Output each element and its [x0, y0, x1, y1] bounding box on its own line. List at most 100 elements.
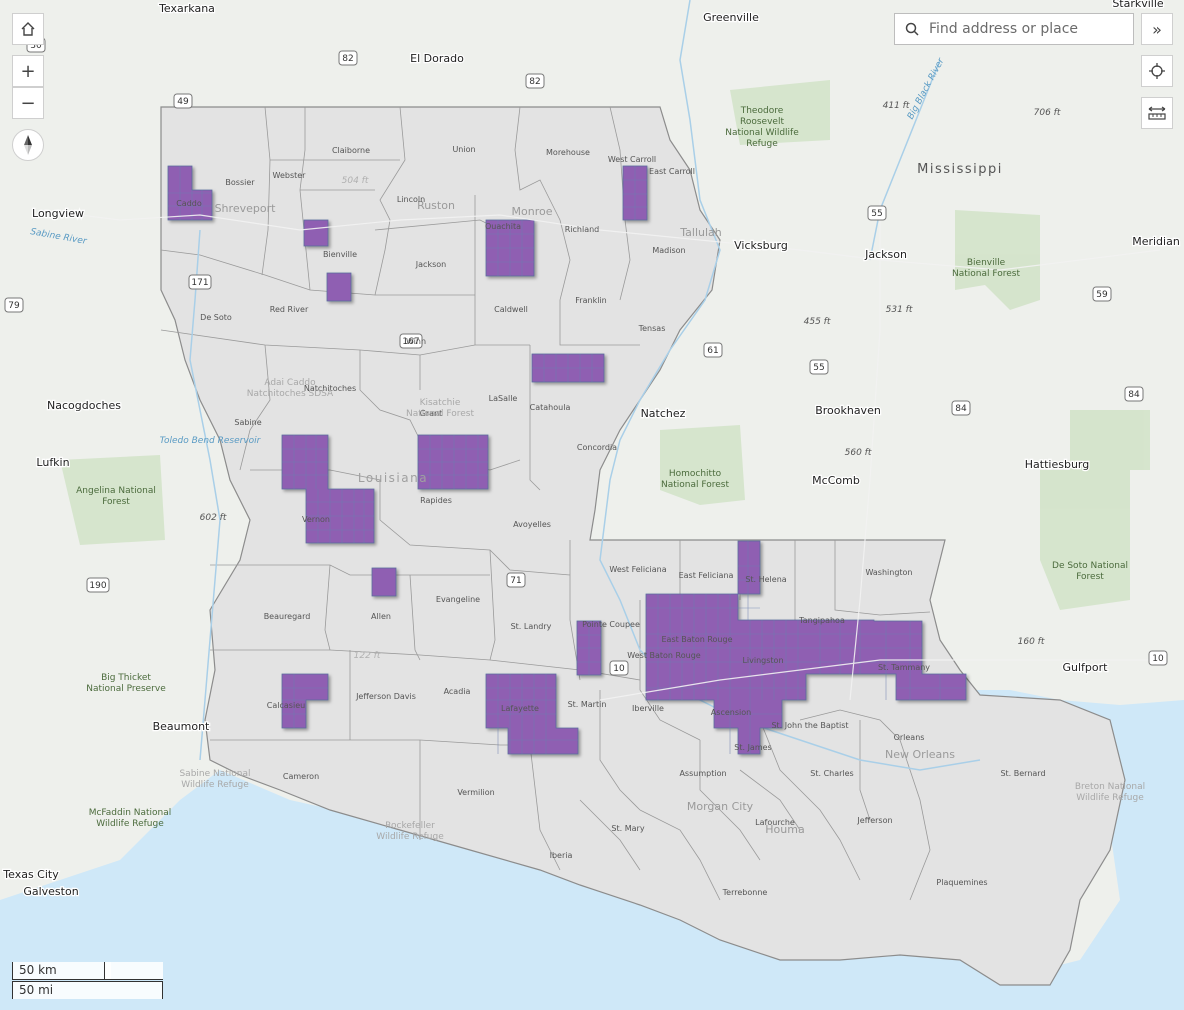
parishe-label: De Soto [200, 313, 232, 322]
parishe-label: Rapides [420, 496, 452, 505]
elevation-label: 706 ft [1034, 108, 1061, 118]
parishe-label: Vernon [302, 515, 330, 524]
parishe-label: Bienville [323, 250, 357, 259]
citie-label: Greenville [703, 11, 759, 24]
compass-button[interactable] [12, 129, 44, 161]
parishe-label: Assumption [679, 769, 726, 778]
parishe-label: East Baton Rouge [661, 635, 732, 644]
state-label: Mississippi [917, 162, 1003, 177]
elevation-label: 560 ft [845, 448, 872, 458]
zoom-out-button[interactable]: − [12, 87, 44, 119]
elevation-label: 411 ft [883, 101, 910, 111]
home-icon [20, 21, 36, 37]
park-label: Homochitto National Forest [661, 469, 729, 490]
parishe-label: Terrebonne [722, 888, 768, 897]
elevation-label: 504 ft [342, 176, 369, 186]
parishe-label: St. Bernard [1000, 769, 1045, 778]
parishe-label: Calcasieu [267, 701, 305, 710]
elevation-label: 455 ft [804, 317, 831, 327]
parishe-label: East Carroll [649, 167, 695, 176]
parishe-label: St. James [734, 743, 771, 752]
parishe-label: Webster [273, 171, 307, 180]
citie-label: Beaumont [153, 720, 210, 733]
svg-text:59: 59 [1096, 290, 1108, 300]
parishe-label: St. Tammany [878, 663, 930, 672]
parishe-label: St. Landry [511, 622, 552, 631]
parishe-label: Allen [371, 612, 391, 621]
citie-label: Morgan City [687, 800, 754, 813]
elevation-label: 160 ft [1018, 637, 1045, 647]
citie-label: Vicksburg [734, 239, 788, 252]
measure-button[interactable] [1141, 97, 1173, 129]
svg-text:190: 190 [89, 581, 106, 591]
parishe-label: Ascension [711, 708, 751, 717]
search-input[interactable] [927, 20, 1121, 38]
parishe-label: Union [452, 145, 475, 154]
search-box[interactable] [894, 13, 1134, 45]
scale-bar: 50 km 50 mi [12, 962, 163, 999]
citie-label: Tallulah [679, 226, 722, 239]
citie-label: Texarkana [158, 2, 215, 15]
parishe-label: Lincoln [397, 195, 425, 204]
elevation-label: 602 ft [200, 513, 227, 523]
scale-imperial: 50 mi [12, 981, 163, 999]
citie-label: Lufkin [36, 456, 69, 469]
park-label: Breton National Wildlife Refuge [1075, 782, 1145, 803]
citie-label: El Dorado [410, 52, 464, 65]
parishe-label: Richland [565, 225, 600, 234]
parishe-label: Caddo [176, 199, 202, 208]
parishe-label: East Feliciana [679, 571, 734, 580]
expand-label: » [1152, 19, 1162, 39]
citie-label: Galveston [23, 885, 78, 898]
scale-metric-segment [104, 962, 163, 980]
citie-label: Shreveport [215, 202, 277, 215]
parishe-label: Claiborne [332, 146, 370, 155]
zoom-in-button[interactable]: + [12, 55, 44, 87]
parishe-label: Orleans [894, 733, 925, 742]
svg-text:61: 61 [707, 346, 718, 356]
parishe-label: Avoyelles [513, 520, 551, 529]
locate-button[interactable] [1141, 55, 1173, 87]
parishe-label: Sabine [234, 418, 261, 427]
citie-label: Starkville [1112, 0, 1164, 10]
parishe-label: Pointe Coupee [582, 620, 640, 629]
compass-icon [21, 135, 35, 155]
locate-icon [1149, 63, 1165, 79]
park-label: Rockefeller Wildlife Refuge [376, 821, 444, 842]
parishe-label: West Baton Rouge [627, 651, 700, 660]
citie-label: Meridian [1132, 235, 1180, 248]
svg-text:10: 10 [613, 664, 625, 674]
parishe-label: Madison [652, 246, 685, 255]
parishe-label: Concordia [577, 443, 617, 452]
svg-text:84: 84 [955, 404, 967, 414]
parishe-label: Beauregard [264, 612, 311, 621]
home-button[interactable] [12, 13, 44, 45]
svg-text:82: 82 [529, 77, 540, 87]
parishe-label: Washington [865, 568, 912, 577]
elevation-label: 122 ft [354, 651, 381, 661]
map-view[interactable]: 82 82 30 59 55 55 61 84 84 79 190 10 10 … [0, 0, 1184, 1010]
parishe-label: West Feliciana [609, 565, 666, 574]
parishe-label: Jefferson [856, 816, 892, 825]
citie-label: Texas City [2, 868, 59, 881]
parishe-label: Tensas [638, 324, 666, 333]
parishe-label: Red River [270, 305, 309, 314]
citie-label: Monroe [512, 205, 553, 218]
citie-label: Nacogdoches [47, 399, 121, 412]
parishe-label: Jefferson Davis [355, 692, 416, 701]
parishe-label: St. Mary [611, 824, 644, 833]
citie-label: Jackson [864, 248, 907, 261]
citie-label: Gulfport [1063, 661, 1109, 674]
svg-text:71: 71 [510, 576, 521, 586]
park-label: Sabine National Wildlife Refuge [179, 769, 250, 790]
parishe-label: St. John the Baptist [771, 721, 848, 730]
parishe-label: St. Helena [745, 575, 786, 584]
parishe-label: Vermilion [457, 788, 494, 797]
parishe-label: Plaquemines [936, 878, 987, 887]
parishe-label: West Carroll [608, 155, 656, 164]
elevation-label: 531 ft [886, 305, 913, 315]
parishe-label: Tangipahoa [798, 616, 845, 625]
svg-text:84: 84 [1128, 390, 1140, 400]
expand-button[interactable]: » [1141, 13, 1173, 45]
svg-text:79: 79 [8, 301, 20, 311]
